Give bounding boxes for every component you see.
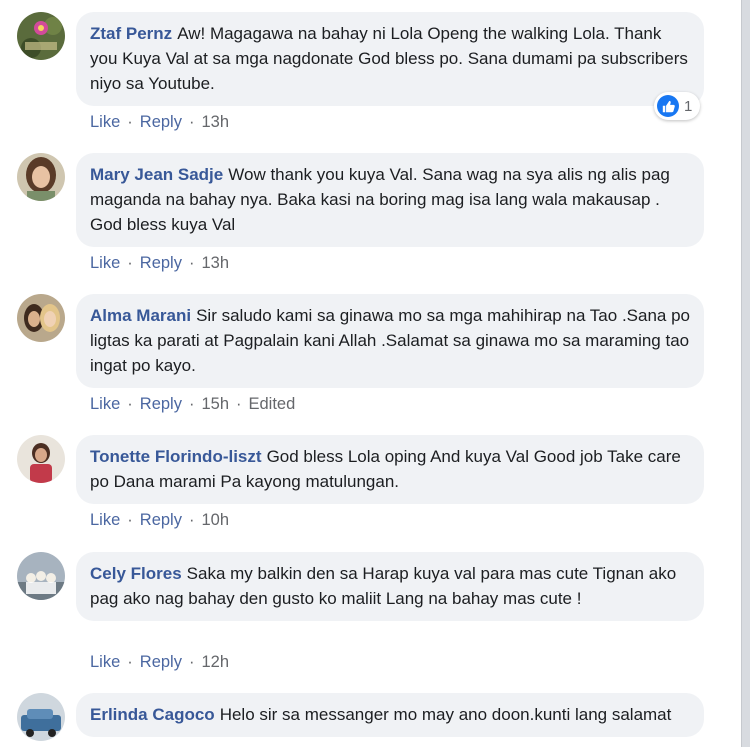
comment-author[interactable]: Tonette Florindo-liszt [90,447,262,466]
comment: Cely Flores Saka my balkin den sa Harap k… [0,550,742,680]
avatar[interactable] [17,693,65,741]
avatar[interactable] [17,435,65,483]
comment-actions: Like · Reply · 13h [90,113,229,131]
edited-label[interactable]: Edited [249,395,296,413]
comment-bubble: Erlinda Cagoco Helo sir sa messanger mo m… [76,693,704,737]
reply-link[interactable]: Reply [140,653,182,671]
comment: Alma Marani Sir saludo kami sa ginawa mo … [0,292,742,422]
comment: Tonette Florindo-liszt God bless Lola opi… [0,433,742,543]
avatar[interactable] [17,552,65,600]
comment-timestamp[interactable]: 13h [201,254,229,272]
comment: Ztaf Pernz Aw! Magagawa na bahay ni Lola … [0,10,742,140]
comment: Erlinda Cagoco Helo sir sa messanger mo m… [0,691,742,747]
reaction-count[interactable]: 1 [654,92,701,120]
like-link[interactable]: Like [90,653,120,671]
thumbs-up-icon [657,95,679,117]
comment-bubble: Ztaf Pernz Aw! Magagawa na bahay ni Lola … [76,12,704,106]
reply-link[interactable]: Reply [140,113,182,131]
comment-timestamp[interactable]: 10h [201,511,229,529]
comment-actions: Like · Reply · 10h [90,511,229,529]
comment-bubble: Cely Flores Saka my balkin den sa Harap k… [76,552,704,621]
reply-link[interactable]: Reply [140,511,182,529]
comment-timestamp[interactable]: 12h [201,653,229,671]
avatar[interactable] [17,153,65,201]
comment-author[interactable]: Erlinda Cagoco [90,705,215,724]
comment-author[interactable]: Cely Flores [90,564,182,583]
comment-text: Aw! Magagawa na bahay ni Lola Openg the … [90,24,688,93]
comment: Mary Jean Sadje Wow thank you kuya Val. S… [0,151,742,281]
comment-bubble: Alma Marani Sir saludo kami sa ginawa mo … [76,294,704,388]
reply-link[interactable]: Reply [140,254,182,272]
comment-author[interactable]: Alma Marani [90,306,191,325]
comment-author[interactable]: Mary Jean Sadje [90,165,223,184]
comment-author[interactable]: Ztaf Pernz [90,24,172,43]
comment-bubble: Tonette Florindo-liszt God bless Lola opi… [76,435,704,504]
comment-timestamp[interactable]: 13h [201,113,229,131]
like-link[interactable]: Like [90,254,120,272]
reaction-count-value: 1 [684,97,693,115]
reply-link[interactable]: Reply [140,395,182,413]
comment-actions: Like · Reply · 13h [90,254,229,272]
comment-bubble: Mary Jean Sadje Wow thank you kuya Val. S… [76,153,704,247]
comment-timestamp[interactable]: 15h [201,395,229,413]
scrollbar-track[interactable] [741,0,750,747]
comment-text: Helo sir sa messanger mo may ano doon.ku… [219,705,672,724]
like-link[interactable]: Like [90,395,120,413]
like-link[interactable]: Like [90,511,120,529]
like-link[interactable]: Like [90,113,120,131]
comment-actions: Like · Reply · 12h [90,653,229,671]
avatar[interactable] [17,294,65,342]
comment-actions: Like · Reply · 15h · Edited [90,395,296,413]
avatar[interactable] [17,12,65,60]
